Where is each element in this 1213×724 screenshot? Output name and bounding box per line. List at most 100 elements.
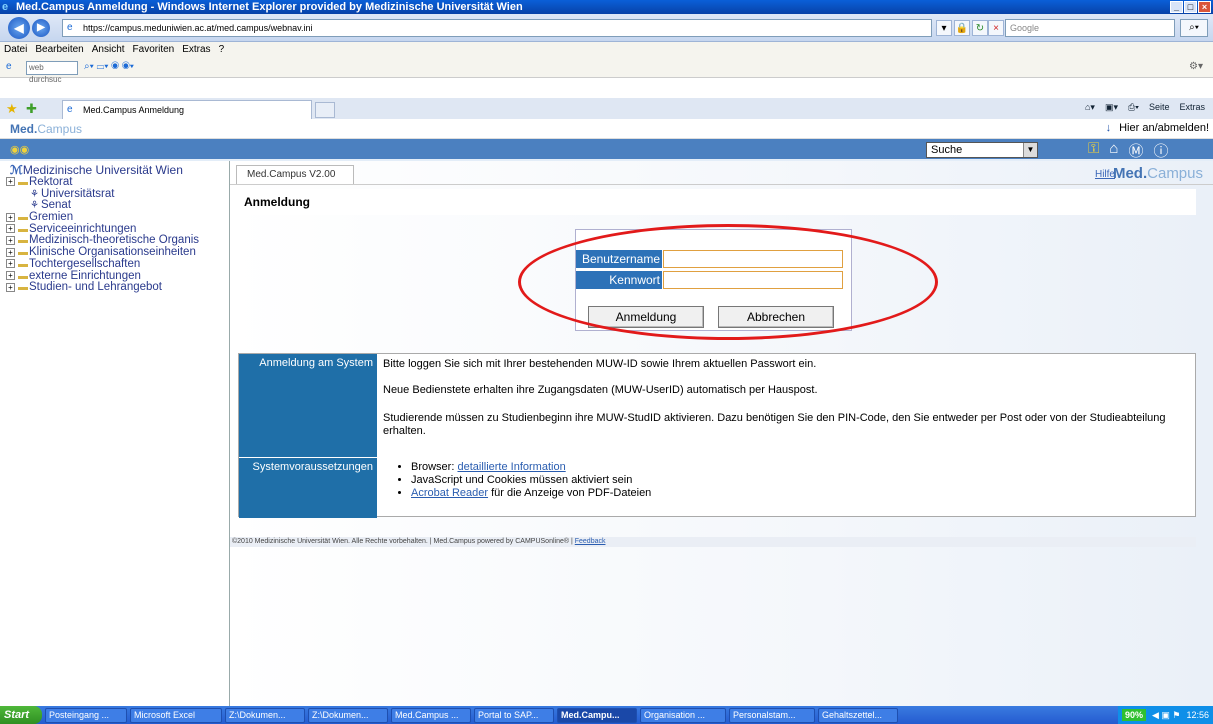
- taskbar-item-personalstamm[interactable]: Personalstam...: [729, 707, 815, 723]
- expand-icon[interactable]: +: [6, 177, 15, 187]
- expand-icon[interactable]: +: [6, 270, 15, 280]
- people-icon: ⚘: [30, 188, 39, 200]
- forward-button[interactable]: ▶: [32, 19, 50, 37]
- add-favorite-icon[interactable]: ✚: [26, 101, 37, 117]
- req-javascript: JavaScript und Cookies müssen aktiviert …: [411, 474, 651, 487]
- taskbar-item-dokumente-1[interactable]: Z:\Dokumen...: [225, 707, 305, 723]
- org-tree-sidebar: ℳMedizinische Universität Wien + ▬Rektora…: [0, 161, 230, 706]
- nav-arrows-icon[interactable]: ◉◉: [10, 143, 29, 156]
- expand-icon[interactable]: +: [6, 259, 15, 269]
- page-icon: e: [67, 22, 73, 33]
- feeds-icon[interactable]: ▣▾: [1105, 102, 1118, 113]
- app-toolbar: ◉◉ Suche ▼ ⚿ ⌂ Ⓜ ⓘ: [0, 139, 1213, 161]
- expand-icon[interactable]: +: [6, 235, 15, 245]
- window-titlebar: e Med.Campus Anmeldung - Windows Interne…: [0, 0, 1213, 14]
- key-icon[interactable]: ⚿: [1088, 140, 1099, 161]
- tab-med-campus[interactable]: e Med.Campus Anmeldung: [62, 100, 312, 120]
- lock-icon[interactable]: 🔒: [954, 20, 970, 36]
- refresh-icon[interactable]: ↻: [972, 20, 988, 36]
- tree-root[interactable]: ℳMedizinische Universität Wien: [0, 161, 229, 177]
- menu-datei[interactable]: Datei: [4, 42, 27, 58]
- taskbar-item-dokumente-2[interactable]: Z:\Dokumen...: [308, 707, 388, 723]
- menu-favoriten[interactable]: Favoriten: [133, 42, 175, 58]
- tree-item-universitaetsrat[interactable]: ⚘ Universitätsrat: [0, 188, 229, 201]
- stop-icon[interactable]: ×: [988, 20, 1004, 36]
- window-controls: _ □ ×: [1170, 1, 1211, 13]
- start-button[interactable]: Start: [0, 706, 42, 724]
- footer: ©2010 Medizinische Universität Wien. All…: [230, 537, 1196, 547]
- taskbar-item-posteingang[interactable]: Posteingang ...: [45, 707, 127, 723]
- back-button[interactable]: ◀: [8, 17, 30, 39]
- info-icon[interactable]: ⓘ: [1154, 140, 1169, 161]
- web-search-input[interactable]: web durchsuc: [26, 61, 78, 84]
- expand-icon[interactable]: +: [6, 212, 15, 222]
- muw-logo-icon[interactable]: Ⓜ: [1128, 140, 1143, 161]
- page-menu[interactable]: Seite: [1149, 102, 1170, 113]
- minimize-button[interactable]: _: [1170, 1, 1183, 13]
- taskbar-item-gehaltszettel[interactable]: Gehaltszettel...: [818, 707, 898, 723]
- req-browser: Browser: detaillierte Information: [411, 461, 651, 474]
- clock: 12:56: [1186, 710, 1209, 720]
- info-panel: Anmeldung am System Bitte loggen Sie sic…: [238, 353, 1196, 518]
- browser-info-link[interactable]: detaillierte Information: [457, 461, 565, 473]
- main-content: Med.Campus V2.00 Hilfe Med.Campus Anmeld…: [230, 161, 1213, 706]
- tab-divider: [230, 184, 1213, 185]
- system-login-label: Anmeldung am System: [239, 354, 377, 457]
- taskbar-item-excel[interactable]: Microsoft Excel: [130, 707, 222, 723]
- folder-icon: ▬: [18, 258, 28, 270]
- zoom-indicator[interactable]: 90%: [1121, 709, 1146, 721]
- dropdown-icon[interactable]: ▾: [936, 20, 952, 36]
- maximize-button[interactable]: □: [1184, 1, 1197, 13]
- requirements-list: Browser: detaillierte Information JavaSc…: [383, 461, 651, 500]
- folder-icon: ▬: [18, 223, 28, 235]
- command-bar: ⌂▾ ▣▾ ⎙▾ Seite Extras: [1085, 102, 1205, 113]
- favorites-star-icon[interactable]: ★: [6, 101, 18, 117]
- taskbar-item-medcampus-active[interactable]: Med.Campu...: [557, 707, 637, 723]
- feedback-link[interactable]: Feedback: [575, 538, 606, 545]
- home-icon[interactable]: ⌂▾: [1085, 102, 1095, 113]
- tree-list: + ▬Rektorat ⚘ Universitätsrat ⚘ Senat + ▬Gre…: [0, 176, 229, 294]
- tree-item-studien[interactable]: + ▬Studien- und Lehrangebot: [0, 281, 229, 294]
- tray-icons[interactable]: ◀ ▣ ⚑: [1152, 706, 1181, 724]
- toolbar-extra-icon[interactable]: ⚙▾: [1189, 61, 1203, 72]
- app-logo-right: Med.Campus: [1112, 165, 1203, 182]
- folder-icon: ▬: [18, 282, 28, 294]
- taskbar: Start Posteingang ... Microsoft Excel Z:…: [0, 706, 1213, 724]
- taskbar-item-organisation[interactable]: Organisation ...: [640, 707, 726, 723]
- req-acrobat: Acrobat Reader für die Anzeige von PDF-D…: [411, 487, 651, 500]
- taskbar-item-medcampus-1[interactable]: Med.Campus ...: [391, 707, 471, 723]
- expand-icon[interactable]: +: [6, 224, 15, 234]
- home-app-icon[interactable]: ⌂: [1109, 140, 1118, 161]
- tree-item-rektorat[interactable]: + ▬Rektorat: [0, 176, 229, 189]
- menu-bearbeiten[interactable]: Bearbeiten: [35, 42, 83, 58]
- red-highlight-circle: [518, 224, 938, 340]
- folder-icon: ▬: [18, 270, 28, 282]
- close-button[interactable]: ×: [1198, 1, 1211, 13]
- page-title: Anmeldung: [236, 189, 1196, 215]
- print-icon[interactable]: ⎙▾: [1128, 102, 1139, 113]
- address-text: https://campus.meduniwien.ac.at/med.camp…: [83, 23, 313, 33]
- app-header: Med.Campus ↓ Hier an/abmelden!: [0, 119, 1213, 139]
- system-tray: 90% ◀ ▣ ⚑ 12:56: [1117, 706, 1213, 724]
- folder-icon: ▬: [18, 247, 28, 259]
- taskbar-item-sap[interactable]: Portal to SAP...: [474, 707, 554, 723]
- tools-menu[interactable]: Extras: [1179, 102, 1205, 113]
- tab-version[interactable]: Med.Campus V2.00: [236, 165, 354, 185]
- acrobat-reader-link[interactable]: Acrobat Reader: [411, 487, 488, 499]
- menu-extras[interactable]: Extras: [182, 42, 210, 58]
- search-input[interactable]: Google: [1005, 19, 1175, 37]
- toolbar-search-icon[interactable]: ⌕▾ ▭▾ ◉ ◉▾: [84, 61, 134, 72]
- new-tab-button[interactable]: [315, 102, 335, 118]
- muw-logo-icon: ℳ: [10, 163, 23, 177]
- search-select[interactable]: Suche ▼: [926, 142, 1038, 158]
- login-link[interactable]: ↓ Hier an/abmelden!: [1106, 122, 1209, 134]
- expand-icon[interactable]: +: [6, 247, 15, 257]
- menu-help[interactable]: ?: [219, 42, 225, 58]
- menu-ansicht[interactable]: Ansicht: [92, 42, 125, 58]
- tab-title: Med.Campus Anmeldung: [83, 105, 185, 115]
- expand-icon[interactable]: +: [6, 282, 15, 292]
- search-button[interactable]: ⌕▾: [1180, 19, 1208, 37]
- address-field[interactable]: e https://campus.meduniwien.ac.at/med.ca…: [62, 19, 932, 37]
- info-line-2: Neue Bedienstete erhalten ihre Zugangsda…: [383, 384, 818, 396]
- toolbar-icon: e: [6, 61, 12, 72]
